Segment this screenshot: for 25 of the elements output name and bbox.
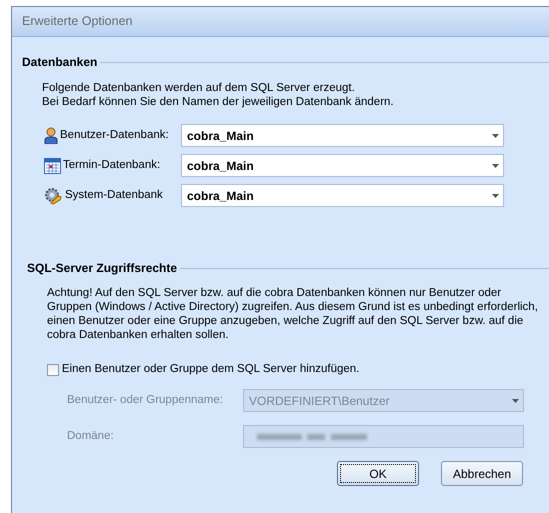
- section-heading: Datenbanken: [22, 54, 98, 71]
- field-label: Termin-Datenbank:: [63, 158, 160, 173]
- field-label: Benutzer-Datenbank:: [60, 128, 169, 143]
- dialog-button[interactable]: Abbrechen: [441, 461, 523, 486]
- gear-wrench-icon: [44, 186, 63, 204]
- database-dropdown[interactable]: cobra_Main: [181, 154, 504, 177]
- dropdown-arrow-icon[interactable]: [492, 194, 499, 198]
- section-heading: SQL-Server Zugriffsrechte: [27, 260, 178, 277]
- dropdown-arrow-icon[interactable]: [492, 134, 499, 138]
- description-text: Folgende Datenbanken werden auf dem SQL Server erzeugt.: [42, 81, 356, 95]
- database-dropdown[interactable]: cobra_Main: [181, 184, 504, 207]
- window-title: Erweiterte Optionen: [22, 13, 132, 30]
- database-dropdown[interactable]: cobra_Main: [181, 124, 504, 147]
- user-icon: [44, 127, 58, 144]
- checkbox[interactable]: [47, 364, 59, 376]
- checkbox-label: Einen Benutzer oder Gruppe dem SQL Server hinzufügen.: [62, 362, 360, 377]
- dialog-button[interactable]: OK: [337, 461, 419, 486]
- field-label: System-Datenbank: [65, 188, 163, 203]
- warning-text: Achtung! Auf den SQL Server bzw. auf die cobra Datenbanken können nur Benutzer oder Gruppen (Windows / Active Directory) zugreifen. Aus diesem Grund ist es unbedingt erforderlich, einen Benutzer oder eine Gruppe anzugeben, welche Zugriff auf den SQL Server bzw. auf die cobra Datenbanken erhalten sollen.: [47, 286, 539, 342]
- description-text: Bei Bedarf können Sie den Namen der jeweiligen Datenbank ändern.: [42, 95, 395, 109]
- field-label: Benutzer- oder Gruppenname:: [67, 393, 224, 408]
- dropdown-arrow-icon[interactable]: [492, 164, 499, 168]
- field-label: Domäne:: [67, 429, 115, 444]
- calendar-icon: [44, 158, 61, 174]
- blurred-text-icon: [255, 432, 370, 442]
